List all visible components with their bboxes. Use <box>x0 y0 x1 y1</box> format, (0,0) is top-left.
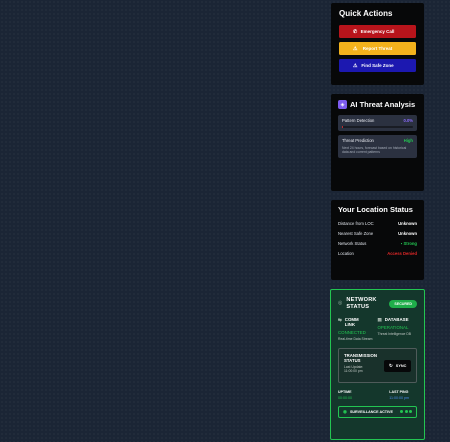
database-sub: Threat Intelligence DB <box>377 332 412 336</box>
location-row-label: Distance from LOC <box>338 221 374 226</box>
location-status-panel: Your Location Status Distance from LOC U… <box>331 200 424 280</box>
transmission-status-card: TRANSMISSION STATUS Last Update: 11:00:0… <box>338 347 417 383</box>
link-icon: ⇆ <box>338 317 342 322</box>
pattern-detection-card: Pattern Detection 0.0% <box>338 115 417 131</box>
secured-badge: SECURED <box>389 300 417 308</box>
location-row-value: Access Denied <box>387 251 417 256</box>
warning-icon: ⚠ <box>353 45 358 52</box>
threat-prediction-description: Next 24 hours, forecast based on histori… <box>342 146 407 155</box>
pattern-detection-bar-fill <box>342 126 344 128</box>
last-ping-stat: LAST PING 11:00:00 pm <box>389 390 409 400</box>
surveillance-label: SURVEILLANCE ACTIVE <box>349 409 393 414</box>
database-title: DATABASE <box>384 317 409 322</box>
find-safe-zone-button[interactable]: ⚠ Find Safe Zone <box>339 59 416 72</box>
database-status: OPERATIONAL <box>377 325 409 330</box>
ai-chip-icon: ◈ <box>338 100 347 109</box>
emergency-call-button[interactable]: ✆ Emergency Call <box>339 25 416 38</box>
database-icon: ▤ <box>377 317 382 322</box>
network-status-panel: ◎ NETWORK STATUS SECURED ⇆ COMM LINK CON… <box>330 289 425 440</box>
emergency-call-label: Emergency Call <box>360 29 395 34</box>
phone-icon: ✆ <box>353 28 358 35</box>
location-row-value: Unknown <box>398 231 417 236</box>
comm-link-status: CONNECTED <box>338 330 366 335</box>
ai-threat-title: AI Threat Analysis <box>350 100 416 109</box>
pattern-detection-value: 0.0% <box>403 118 413 123</box>
threat-prediction-card: Threat Prediction High Next 24 hours, fo… <box>338 135 417 158</box>
threat-prediction-label: Threat Prediction <box>342 138 374 143</box>
find-safe-zone-label: Find Safe Zone <box>361 63 394 68</box>
location-row-network: Network Status ▪ Strong <box>338 241 417 246</box>
sync-label: SYNC <box>395 363 407 368</box>
location-row-distance: Distance from LOC Unknown <box>338 221 417 226</box>
sync-button[interactable]: ↻ SYNC <box>384 359 412 372</box>
activity-dots <box>399 410 412 413</box>
last-ping-label: LAST PING <box>389 389 409 394</box>
uptime-value: 00:00:00 <box>338 395 352 400</box>
location-row-value: ▪ Strong <box>400 241 417 246</box>
location-row-label: Location <box>338 251 354 256</box>
report-threat-button[interactable]: ⚠ Report Threat <box>339 42 416 55</box>
location-row-label: Network Status <box>338 241 367 246</box>
transmission-status-title: TRANSMISSION STATUS <box>344 352 377 363</box>
location-row-safe-zone: Nearest Safe Zone Unknown <box>338 231 417 236</box>
report-threat-label: Report Threat <box>362 46 393 51</box>
eye-icon: ◉ <box>343 408 347 414</box>
network-status-title: NETWORK STATUS <box>346 297 377 310</box>
pattern-detection-label: Pattern Detection <box>342 118 375 123</box>
quick-actions-panel: Quick Actions ✆ Emergency Call ⚠ Report … <box>331 3 424 85</box>
comm-link-sub: Real-time Data Stream <box>338 337 373 341</box>
comm-link-block: ⇆ COMM LINK CONNECTED Real-time Data Str… <box>338 317 378 342</box>
surveillance-active-indicator: ◉ SURVEILLANCE ACTIVE <box>338 405 417 418</box>
threat-prediction-value: High <box>403 138 413 143</box>
uptime-stat: UPTIME 00:00:00 <box>338 390 352 400</box>
alert-triangle-icon: ⚠ <box>353 62 358 69</box>
last-ping-value: 11:00:00 pm <box>389 395 409 400</box>
uptime-label: UPTIME <box>338 389 352 394</box>
location-row-label: Nearest Safe Zone <box>338 231 374 236</box>
ai-threat-panel: ◈ AI Threat Analysis Pattern Detection 0… <box>331 94 424 191</box>
quick-actions-title: Quick Actions <box>339 9 393 18</box>
refresh-icon: ↻ <box>389 362 393 368</box>
wifi-icon: ◎ <box>338 300 343 306</box>
location-status-title: Your Location Status <box>338 205 413 214</box>
comm-link-title: COMM LINK <box>344 317 359 327</box>
database-block: ▤ DATABASE OPERATIONAL Threat Intelligen… <box>378 317 418 342</box>
transmission-last-update: Last Update: 11:00:00 pm <box>344 364 364 373</box>
location-row-value: Unknown <box>398 221 417 226</box>
location-row-location: Location Access Denied <box>338 251 417 256</box>
pattern-detection-bar <box>342 126 413 128</box>
